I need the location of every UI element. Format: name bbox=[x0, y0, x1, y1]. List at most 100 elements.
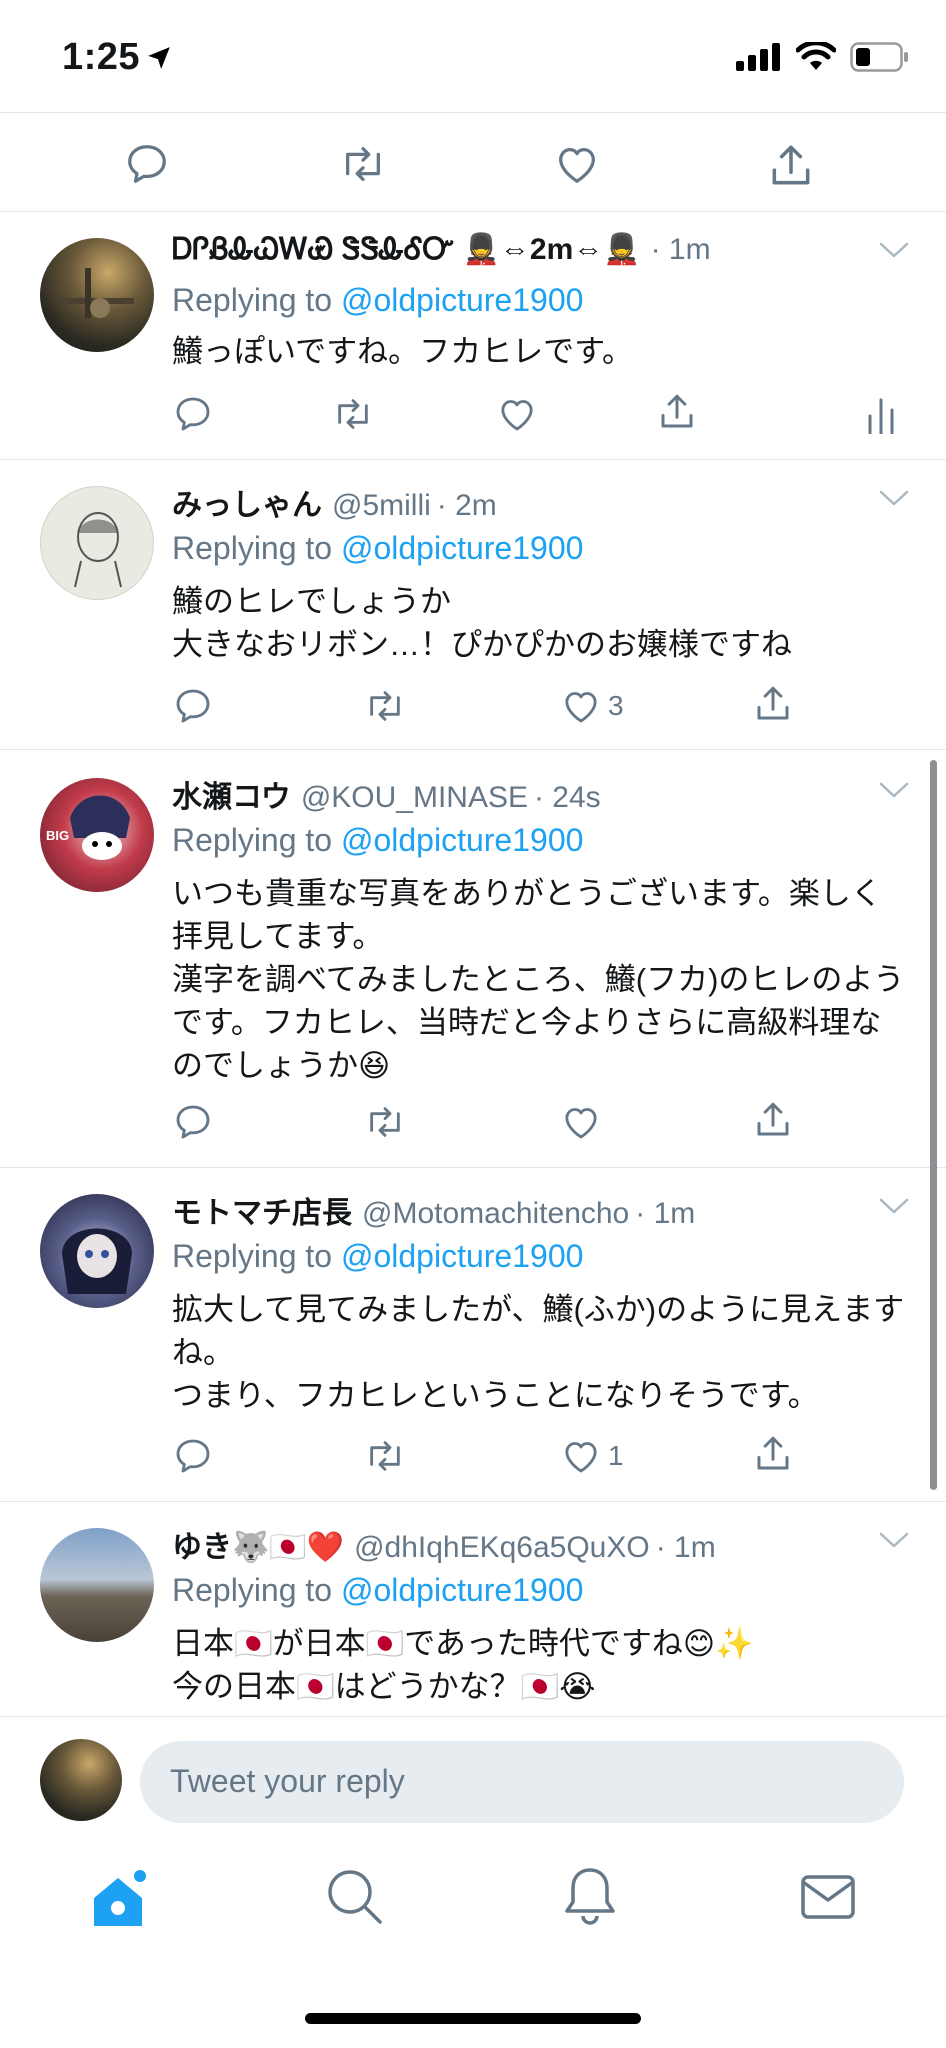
reply-icon[interactable] bbox=[172, 686, 214, 731]
reply-composer: Tweet your reply bbox=[0, 1716, 946, 1846]
clock-text: 1:25 bbox=[62, 36, 141, 78]
reply-input[interactable]: Tweet your reply bbox=[140, 1741, 904, 1823]
reply-icon[interactable] bbox=[172, 394, 214, 439]
avatar[interactable]: BIG bbox=[40, 778, 154, 892]
replying-label: Replying to bbox=[172, 1572, 341, 1608]
like-icon[interactable] bbox=[560, 686, 602, 731]
avatar[interactable] bbox=[40, 1528, 154, 1642]
replying-to: Replying to @oldpicture1900 bbox=[172, 282, 583, 319]
tweet-text-line: 今の日本🇯🇵はどうかな？🇯🇵😭 bbox=[172, 1669, 596, 1704]
reply-mention-link[interactable]: @oldpicture1900 bbox=[341, 1572, 583, 1608]
like-icon[interactable] bbox=[560, 1102, 602, 1147]
home-indicator bbox=[305, 2013, 641, 2024]
status-indicators bbox=[736, 42, 910, 72]
tweet-text: いつも貴重な写真をありがとうございます。楽しく 拝見してます。 漢字を調べてみま… bbox=[172, 872, 906, 1087]
share-icon[interactable] bbox=[766, 141, 816, 196]
tweet-header: みっしゃん @5milli · 2m bbox=[172, 480, 886, 524]
tweet[interactable]: モトマチ店長 @Motomachitencho · 1m Replying to… bbox=[0, 1168, 946, 1502]
wifi-icon bbox=[796, 42, 836, 70]
tweet-header: モトマチ店長 @Motomachitencho · 1m bbox=[172, 1188, 886, 1232]
replying-label: Replying to bbox=[172, 530, 341, 566]
tweet-text-line: 日本🇯🇵が日本🇯🇵であった時代ですね😊✨ bbox=[172, 1626, 754, 1661]
tweet[interactable]: BIG 水瀬コウ @KOU_MINASE · 24s Replying to @… bbox=[0, 750, 946, 1168]
display-name[interactable]: 水瀬コウ bbox=[172, 772, 291, 816]
tweet[interactable]: ゆき🐺🇯🇵❤️ @dhIqhEKq6a5QuXO · 1m Replying t… bbox=[0, 1502, 946, 1716]
battery-icon bbox=[850, 42, 908, 72]
like-icon[interactable] bbox=[560, 1436, 602, 1481]
like-icon[interactable] bbox=[496, 394, 538, 439]
user-handle[interactable]: @Motomachitencho bbox=[362, 1197, 629, 1231]
display-name[interactable]: みっしゃん bbox=[172, 480, 322, 524]
reply-placeholder: Tweet your reply bbox=[170, 1763, 405, 1799]
user-handle[interactable]: @5milli bbox=[332, 489, 431, 523]
tweet-text-line: 拡大して見てみましたが、鱶(ふか)のように見えます bbox=[172, 1292, 905, 1327]
avatar[interactable] bbox=[40, 486, 154, 600]
reply-icon[interactable] bbox=[172, 1102, 214, 1147]
reply-icon[interactable] bbox=[172, 1436, 214, 1481]
tweet-text-line: のでしょうか😆 bbox=[172, 1048, 391, 1083]
replying-label: Replying to bbox=[172, 822, 341, 858]
retweet-icon[interactable] bbox=[330, 394, 376, 439]
share-icon[interactable] bbox=[752, 1098, 794, 1147]
notifications-icon[interactable] bbox=[562, 1866, 618, 1931]
tweet-text: 日本🇯🇵が日本🇯🇵であった時代ですね😊✨ 今の日本🇯🇵はどうかな？🇯🇵😭 bbox=[172, 1622, 906, 1708]
tweet-time: · 1m bbox=[650, 233, 711, 266]
retweet-icon[interactable] bbox=[362, 686, 408, 731]
tab-bar bbox=[0, 1846, 946, 1956]
tweet[interactable]: ᎠᎵᏰᎲᏇᎳᏯ ᏕᏕᎲᎴᏅ 💂⇔2m⇔💂 · 1m Replying to @o… bbox=[0, 212, 946, 460]
user-handle[interactable]: @KOU_MINASE bbox=[301, 781, 528, 815]
chevron-down-icon[interactable] bbox=[878, 1196, 910, 1221]
search-icon[interactable] bbox=[324, 1866, 384, 1931]
chevron-down-icon[interactable] bbox=[878, 240, 910, 265]
tweet-text-line: です。フカヒレ、当時だと今よりさらに高級料理な bbox=[172, 1005, 882, 1040]
like-icon[interactable] bbox=[552, 141, 602, 192]
chevron-down-icon[interactable] bbox=[878, 1530, 910, 1555]
status-bar: 1:25 bbox=[0, 0, 946, 112]
reply-icon[interactable] bbox=[122, 141, 172, 192]
tweet-text-line: 鱶のヒレでしょうか bbox=[172, 584, 451, 619]
messages-icon[interactable] bbox=[800, 1874, 856, 1925]
reply-mention-link[interactable]: @oldpicture1900 bbox=[341, 282, 583, 318]
display-name[interactable]: ᎠᎵᏰᎲᏇᎳᏯ ᏕᏕᎲᎴᏅ 💂⇔2m⇔💂 bbox=[172, 232, 641, 267]
avatar[interactable] bbox=[40, 238, 154, 352]
chevron-down-icon[interactable] bbox=[878, 488, 910, 513]
retweet-icon[interactable] bbox=[336, 141, 390, 192]
replying-label: Replying to bbox=[172, 282, 341, 318]
reply-mention-link[interactable]: @oldpicture1900 bbox=[341, 822, 583, 858]
like-count: 1 bbox=[608, 1440, 624, 1471]
share-icon[interactable] bbox=[752, 682, 794, 731]
tweet-header: ᎠᎵᏰᎲᏇᎳᏯ ᏕᏕᎲᎴᏅ 💂⇔2m⇔💂 · 1m bbox=[172, 232, 886, 267]
home-icon[interactable] bbox=[88, 1866, 152, 1937]
replying-to: Replying to @oldpicture1900 bbox=[172, 1238, 583, 1275]
previous-tweet-actions bbox=[0, 112, 946, 212]
display-name[interactable]: ゆき🐺🇯🇵❤️ bbox=[172, 1522, 344, 1566]
avatar[interactable] bbox=[40, 1194, 154, 1308]
scrollbar[interactable] bbox=[930, 760, 937, 1490]
retweet-icon[interactable] bbox=[362, 1102, 408, 1147]
tweet-text-line: いつも貴重な写真をありがとうございます。楽しく bbox=[172, 876, 882, 911]
replying-label: Replying to bbox=[172, 1238, 341, 1274]
reply-mention-link[interactable]: @oldpicture1900 bbox=[341, 530, 583, 566]
analytics-icon[interactable] bbox=[866, 396, 896, 439]
tweet-text-line: ね。 bbox=[172, 1335, 234, 1370]
display-name[interactable]: モトマチ店長 bbox=[172, 1188, 352, 1232]
status-time: 1:25 bbox=[62, 36, 172, 79]
my-avatar[interactable] bbox=[40, 1739, 122, 1821]
tweet-text: 鱶のヒレでしょうか 大きなおリボン…！ぴかぴかのお嬢様ですね bbox=[172, 580, 906, 666]
tweet-text-line: 漢字を調べてみましたところ、鱶(フカ)のヒレのよう bbox=[172, 962, 905, 997]
tweet-time: · 1m bbox=[655, 1531, 716, 1564]
tweet-time: · 24s bbox=[533, 781, 601, 814]
tweet-time: · 1m bbox=[635, 1197, 696, 1230]
like-count: 3 bbox=[608, 690, 624, 721]
share-icon[interactable] bbox=[752, 1432, 794, 1481]
tweet-text-line: 鱶っぽいですね。フカヒレです。 bbox=[172, 334, 633, 369]
retweet-icon[interactable] bbox=[362, 1436, 408, 1481]
user-handle[interactable]: @dhIqhEKq6a5QuXO bbox=[354, 1531, 650, 1565]
chevron-down-icon[interactable] bbox=[878, 780, 910, 805]
tweet-text: 鱶っぽいですね。フカヒレです。 bbox=[172, 330, 906, 373]
replying-to: Replying to @oldpicture1900 bbox=[172, 1572, 583, 1609]
share-icon[interactable] bbox=[656, 390, 698, 439]
reply-mention-link[interactable]: @oldpicture1900 bbox=[341, 1238, 583, 1274]
tweet[interactable]: みっしゃん @5milli · 2m Replying to @oldpictu… bbox=[0, 460, 946, 750]
svg-text:BIG: BIG bbox=[46, 828, 69, 843]
